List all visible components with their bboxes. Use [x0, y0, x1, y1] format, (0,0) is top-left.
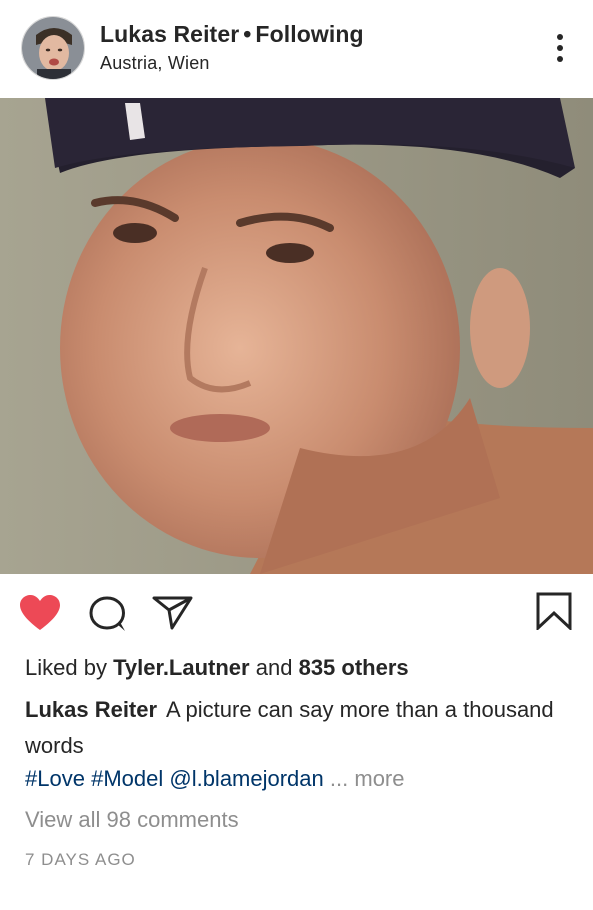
- mention-link[interactable]: @l.blamejordan: [169, 766, 323, 791]
- more-link[interactable]: more: [354, 766, 404, 791]
- post-timestamp: 7 DAYS AGO: [25, 850, 136, 869]
- more-options-icon[interactable]: [546, 30, 574, 66]
- view-comments-link[interactable]: View all 98 comments: [25, 807, 239, 833]
- caption-username-link[interactable]: Lukas Reiter: [25, 697, 157, 722]
- caption: Lukas Reiter A picture can say more than…: [25, 692, 565, 764]
- bookmark-icon[interactable]: [536, 592, 572, 630]
- separator-dot: •: [243, 21, 252, 47]
- location-link[interactable]: Austria, Wien: [100, 53, 210, 74]
- hashtag-link[interactable]: #Model: [91, 766, 163, 791]
- post-photo[interactable]: [0, 98, 593, 574]
- action-bar: [0, 574, 593, 650]
- liked-by-and: and: [255, 655, 293, 680]
- caption-ellipsis: ...: [329, 766, 349, 791]
- speech-bubble-icon[interactable]: [88, 595, 128, 633]
- liked-by-user-link[interactable]: Tyler.Lautner: [113, 655, 250, 680]
- caption-tags: #Love #Model @l.blamejordan ... more: [25, 766, 405, 792]
- following-button[interactable]: Following: [255, 21, 363, 47]
- post-header: Lukas Reiter • Following Austria, Wien: [0, 0, 593, 98]
- user-line: Lukas Reiter • Following: [100, 21, 364, 48]
- paper-plane-icon[interactable]: [152, 595, 194, 631]
- hashtag-link[interactable]: #Love: [25, 766, 85, 791]
- liked-by-prefix: Liked by: [25, 655, 107, 680]
- avatar[interactable]: [21, 16, 85, 80]
- heart-filled-icon[interactable]: [19, 594, 61, 632]
- likes-summary: Liked by Tyler.Lautner and 835 others: [25, 655, 409, 681]
- likes-count-link[interactable]: 835 others: [299, 655, 409, 680]
- username-link[interactable]: Lukas Reiter: [100, 21, 239, 47]
